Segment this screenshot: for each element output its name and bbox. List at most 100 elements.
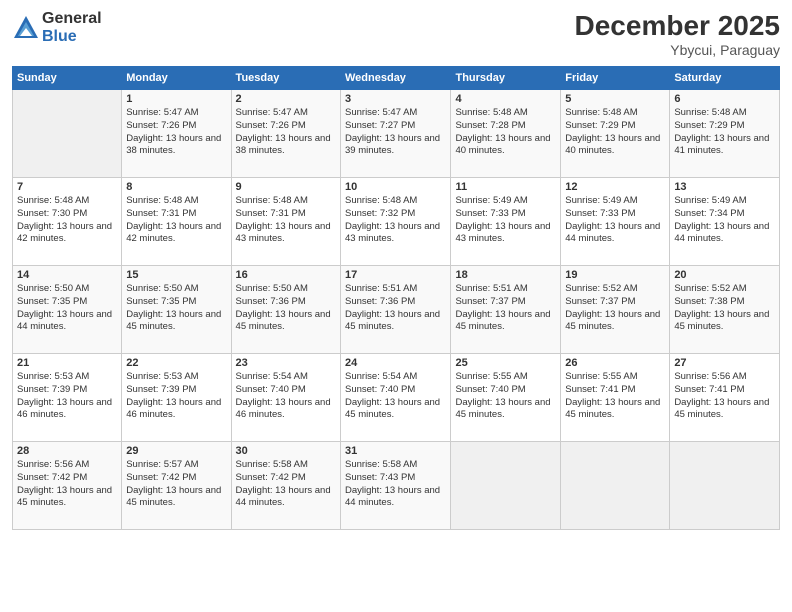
calendar-week-2: 7 Sunrise: 5:48 AM Sunset: 7:30 PM Daylig… [13, 178, 780, 266]
day-number: 9 [236, 181, 336, 193]
calendar-cell: 21 Sunrise: 5:53 AM Sunset: 7:39 PM Dayli… [13, 354, 122, 442]
col-saturday: Saturday [670, 67, 780, 90]
day-info: Sunrise: 5:56 AM Sunset: 7:41 PM Dayligh… [674, 371, 775, 422]
day-info: Sunrise: 5:55 AM Sunset: 7:41 PM Dayligh… [565, 371, 665, 422]
day-info: Sunrise: 5:48 AM Sunset: 7:32 PM Dayligh… [345, 195, 446, 246]
calendar-cell: 12 Sunrise: 5:49 AM Sunset: 7:33 PM Dayli… [561, 178, 670, 266]
calendar-cell: 26 Sunrise: 5:55 AM Sunset: 7:41 PM Dayli… [561, 354, 670, 442]
day-info: Sunrise: 5:54 AM Sunset: 7:40 PM Dayligh… [345, 371, 446, 422]
day-number: 16 [236, 269, 336, 281]
calendar-week-3: 14Sunrise: 5:50 AM Sunset: 7:35 PM Dayli… [13, 266, 780, 354]
day-number: 28 [17, 445, 117, 457]
col-monday: Monday [122, 67, 231, 90]
day-number: 21 [17, 357, 117, 369]
calendar-cell: 25Sunrise: 5:55 AM Sunset: 7:40 PM Dayli… [451, 354, 561, 442]
day-info: Sunrise: 5:58 AM Sunset: 7:42 PM Dayligh… [236, 459, 336, 510]
col-friday: Friday [561, 67, 670, 90]
day-number: 1 [126, 93, 226, 105]
day-number: 26 [565, 357, 665, 369]
day-number: 8 [126, 181, 226, 193]
calendar-table: Sunday Monday Tuesday Wednesday Thursday… [12, 66, 780, 530]
day-number: 6 [674, 93, 775, 105]
day-info: Sunrise: 5:55 AM Sunset: 7:40 PM Dayligh… [455, 371, 556, 422]
calendar-week-5: 28 Sunrise: 5:56 AM Sunset: 7:42 PM Dayli… [13, 442, 780, 530]
calendar-cell: 15 Sunrise: 5:50 AM Sunset: 7:35 PM Dayli… [122, 266, 231, 354]
col-thursday: Thursday [451, 67, 561, 90]
day-number: 27 [674, 357, 775, 369]
day-info: Sunrise: 5:50 AM Sunset: 7:36 PM Dayligh… [236, 283, 336, 334]
day-number: 3 [345, 93, 446, 105]
day-info: Sunrise: 5:57 AM Sunset: 7:42 PM Dayligh… [126, 459, 226, 510]
day-info: Sunrise: 5:48 AM Sunset: 7:31 PM Dayligh… [126, 195, 226, 246]
calendar-cell: 5Sunrise: 5:48 AM Sunset: 7:29 PM Daylig… [561, 90, 670, 178]
day-info: Sunrise: 5:49 AM Sunset: 7:33 PM Dayligh… [455, 195, 556, 246]
calendar-cell: 18 Sunrise: 5:51 AM Sunset: 7:37 PM Dayli… [451, 266, 561, 354]
day-number: 24 [345, 357, 446, 369]
day-info: Sunrise: 5:52 AM Sunset: 7:37 PM Dayligh… [565, 283, 665, 334]
day-info: Sunrise: 5:47 AM Sunset: 7:26 PM Dayligh… [236, 107, 336, 158]
day-number: 23 [236, 357, 336, 369]
calendar-cell: 1 Sunrise: 5:47 AM Sunset: 7:26 PM Daylig… [122, 90, 231, 178]
day-info: Sunrise: 5:47 AM Sunset: 7:27 PM Dayligh… [345, 107, 446, 158]
day-info: Sunrise: 5:51 AM Sunset: 7:37 PM Dayligh… [455, 283, 556, 334]
calendar-cell: 13 Sunrise: 5:49 AM Sunset: 7:34 PM Dayli… [670, 178, 780, 266]
calendar-cell: 23 Sunrise: 5:54 AM Sunset: 7:40 PM Dayli… [231, 354, 340, 442]
day-info: Sunrise: 5:47 AM Sunset: 7:26 PM Dayligh… [126, 107, 226, 158]
calendar-cell: 20Sunrise: 5:52 AM Sunset: 7:38 PM Dayli… [670, 266, 780, 354]
logo-text: General Blue [42, 10, 102, 45]
calendar-cell [561, 442, 670, 530]
calendar-cell: 16 Sunrise: 5:50 AM Sunset: 7:36 PM Dayli… [231, 266, 340, 354]
day-number: 15 [126, 269, 226, 281]
day-info: Sunrise: 5:48 AM Sunset: 7:31 PM Dayligh… [236, 195, 336, 246]
calendar-week-4: 21 Sunrise: 5:53 AM Sunset: 7:39 PM Dayli… [13, 354, 780, 442]
calendar-cell: 29Sunrise: 5:57 AM Sunset: 7:42 PM Dayli… [122, 442, 231, 530]
day-number: 18 [455, 269, 556, 281]
calendar-cell: 19 Sunrise: 5:52 AM Sunset: 7:37 PM Dayli… [561, 266, 670, 354]
day-info: Sunrise: 5:56 AM Sunset: 7:42 PM Dayligh… [17, 459, 117, 510]
day-number: 13 [674, 181, 775, 193]
day-number: 11 [455, 181, 556, 193]
day-info: Sunrise: 5:48 AM Sunset: 7:30 PM Dayligh… [17, 195, 117, 246]
calendar-cell: 28 Sunrise: 5:56 AM Sunset: 7:42 PM Dayli… [13, 442, 122, 530]
calendar-cell: 31Sunrise: 5:58 AM Sunset: 7:43 PM Dayli… [341, 442, 451, 530]
day-number: 31 [345, 445, 446, 457]
day-info: Sunrise: 5:49 AM Sunset: 7:34 PM Dayligh… [674, 195, 775, 246]
calendar-cell: 2Sunrise: 5:47 AM Sunset: 7:26 PM Daylig… [231, 90, 340, 178]
day-info: Sunrise: 5:53 AM Sunset: 7:39 PM Dayligh… [126, 371, 226, 422]
calendar-cell: 10Sunrise: 5:48 AM Sunset: 7:32 PM Dayli… [341, 178, 451, 266]
day-number: 4 [455, 93, 556, 105]
day-info: Sunrise: 5:54 AM Sunset: 7:40 PM Dayligh… [236, 371, 336, 422]
logo: General Blue [12, 10, 102, 45]
day-info: Sunrise: 5:48 AM Sunset: 7:28 PM Dayligh… [455, 107, 556, 158]
calendar-cell: 17Sunrise: 5:51 AM Sunset: 7:36 PM Dayli… [341, 266, 451, 354]
calendar-cell [13, 90, 122, 178]
day-info: Sunrise: 5:48 AM Sunset: 7:29 PM Dayligh… [674, 107, 775, 158]
calendar-cell: 24 Sunrise: 5:54 AM Sunset: 7:40 PM Dayli… [341, 354, 451, 442]
col-sunday: Sunday [13, 67, 122, 90]
calendar-week-1: 1 Sunrise: 5:47 AM Sunset: 7:26 PM Daylig… [13, 90, 780, 178]
col-wednesday: Wednesday [341, 67, 451, 90]
calendar-cell [670, 442, 780, 530]
calendar-cell: 8 Sunrise: 5:48 AM Sunset: 7:31 PM Daylig… [122, 178, 231, 266]
logo-icon [12, 14, 40, 42]
day-number: 30 [236, 445, 336, 457]
calendar-cell: 6 Sunrise: 5:48 AM Sunset: 7:29 PM Daylig… [670, 90, 780, 178]
calendar-cell: 27 Sunrise: 5:56 AM Sunset: 7:41 PM Dayli… [670, 354, 780, 442]
logo-general-text: General [42, 10, 102, 28]
logo-blue-text: Blue [42, 28, 102, 46]
calendar-cell: 14Sunrise: 5:50 AM Sunset: 7:35 PM Dayli… [13, 266, 122, 354]
day-info: Sunrise: 5:49 AM Sunset: 7:33 PM Dayligh… [565, 195, 665, 246]
day-number: 19 [565, 269, 665, 281]
calendar-cell: 4 Sunrise: 5:48 AM Sunset: 7:28 PM Daylig… [451, 90, 561, 178]
day-info: Sunrise: 5:51 AM Sunset: 7:36 PM Dayligh… [345, 283, 446, 334]
day-number: 7 [17, 181, 117, 193]
day-info: Sunrise: 5:50 AM Sunset: 7:35 PM Dayligh… [126, 283, 226, 334]
day-info: Sunrise: 5:50 AM Sunset: 7:35 PM Dayligh… [17, 283, 117, 334]
day-number: 12 [565, 181, 665, 193]
day-number: 22 [126, 357, 226, 369]
calendar-cell: 22 Sunrise: 5:53 AM Sunset: 7:39 PM Dayli… [122, 354, 231, 442]
month-title: December 2025 [575, 10, 780, 42]
day-info: Sunrise: 5:53 AM Sunset: 7:39 PM Dayligh… [17, 371, 117, 422]
calendar-cell: 11 Sunrise: 5:49 AM Sunset: 7:33 PM Dayli… [451, 178, 561, 266]
calendar-cell: 30 Sunrise: 5:58 AM Sunset: 7:42 PM Dayli… [231, 442, 340, 530]
